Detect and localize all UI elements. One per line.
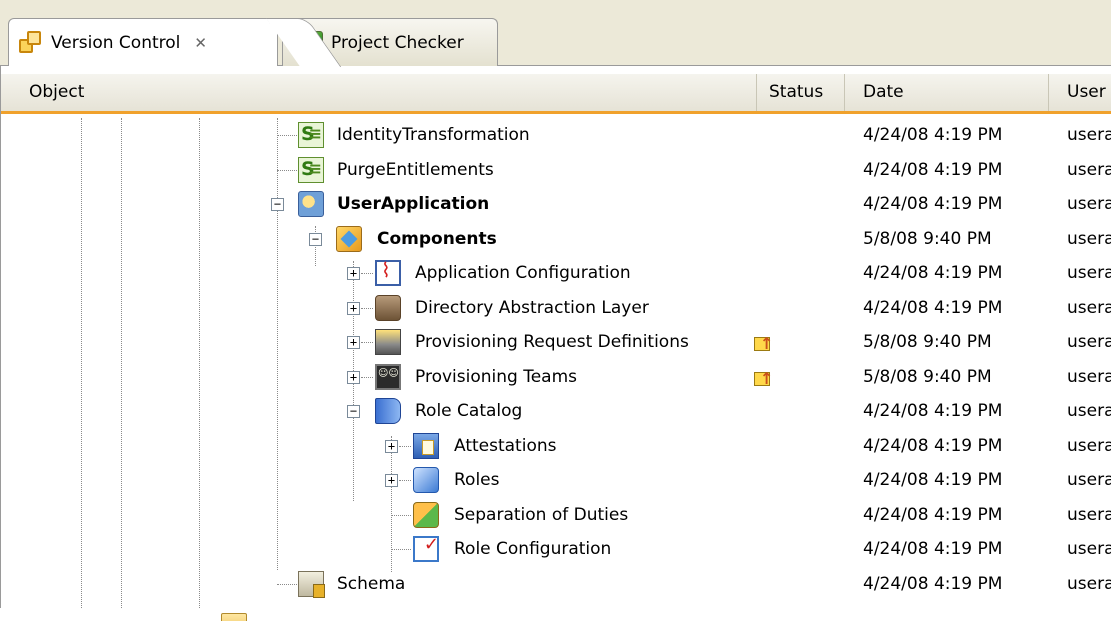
row-date: 4/24/08 4:19 PM — [863, 470, 1003, 490]
stylesheet-icon: S — [298, 122, 324, 148]
row-date: 5/8/08 9:40 PM — [863, 332, 992, 352]
row-date: 4/24/08 4:19 PM — [863, 504, 1003, 525]
attestations-icon — [413, 432, 439, 459]
separation-of-duties-icon — [413, 501, 439, 528]
table-row[interactable]: − Role Catalog 4/24/08 4:19 PM usera — [1, 394, 1111, 429]
version-control-panel: Object Status Date User S IdentityTransf… — [0, 66, 1111, 621]
collapse-icon[interactable]: − — [309, 232, 322, 246]
row-name: Application Configuration — [415, 263, 631, 283]
outgoing-change-icon — [751, 327, 773, 361]
table-row[interactable]: + Attestations 4/24/08 4:19 PM usera — [1, 429, 1111, 464]
roles-icon — [413, 467, 439, 493]
close-icon[interactable]: ✕ — [194, 34, 207, 52]
expand-icon[interactable]: + — [385, 439, 398, 453]
row-user: usera — [1067, 470, 1111, 490]
row-date: 4/24/08 4:19 PM — [863, 435, 1003, 456]
expand-icon[interactable]: + — [347, 370, 360, 384]
row-name: Separation of Duties — [454, 504, 629, 525]
tab-label: Project Checker — [331, 32, 464, 53]
row-name: Attestations — [454, 435, 557, 456]
tree-table-body: S IdentityTransformation 4/24/08 4:19 PM… — [1, 118, 1111, 621]
table-row[interactable]: Schema 4/24/08 4:19 PM usera — [1, 567, 1111, 602]
row-date: 4/24/08 4:19 PM — [863, 125, 1003, 145]
outgoing-change-icon — [751, 362, 773, 396]
row-date: 5/8/08 9:40 PM — [863, 366, 992, 387]
tab-version-control[interactable]: Version Control ✕ — [8, 18, 278, 66]
provisioning-teams-icon — [375, 363, 401, 390]
view-tab-bar: Version Control ✕ Project Checker — [0, 0, 1111, 66]
column-header-object[interactable]: Object — [1, 74, 757, 111]
table-row[interactable]: + Roles 4/24/08 4:19 PM usera — [1, 463, 1111, 498]
row-date: 5/8/08 9:40 PM — [863, 228, 992, 249]
row-name: Roles — [454, 470, 500, 490]
schema-icon — [298, 570, 325, 598]
row-user: usera — [1067, 401, 1111, 421]
row-user: usera — [1067, 332, 1111, 352]
version-control-icon — [19, 30, 43, 55]
column-header-status[interactable]: Status — [757, 74, 845, 111]
row-name: Schema — [337, 573, 406, 594]
row-date: 4/24/08 4:19 PM — [863, 297, 1003, 318]
role-configuration-icon — [413, 534, 439, 562]
row-user: usera — [1067, 228, 1111, 249]
table-row[interactable]: Role Configuration 4/24/08 4:19 PM usera — [1, 532, 1111, 567]
row-date: 4/24/08 4:19 PM — [863, 159, 1003, 180]
row-date: 4/24/08 4:19 PM — [863, 539, 1003, 559]
row-user: usera — [1067, 297, 1111, 318]
table-row[interactable]: Separation of Duties 4/24/08 4:19 PM use… — [1, 498, 1111, 533]
stylesheet-icon: S — [298, 156, 324, 183]
row-user: usera — [1067, 573, 1111, 594]
components-icon — [336, 225, 362, 252]
table-row[interactable] — [1, 601, 1111, 621]
role-catalog-icon — [375, 398, 401, 424]
collapse-icon[interactable]: − — [347, 405, 360, 418]
row-name: Directory Abstraction Layer — [415, 297, 649, 318]
row-user: usera — [1067, 159, 1111, 180]
row-user: usera — [1067, 194, 1111, 214]
row-name: Provisioning Request Definitions — [415, 332, 689, 352]
table-row[interactable]: + Directory Abstraction Layer 4/24/08 4:… — [1, 291, 1111, 326]
row-name: IdentityTransformation — [337, 125, 530, 145]
provisioning-request-icon — [375, 329, 401, 355]
row-user: usera — [1067, 435, 1111, 456]
table-row[interactable]: + Provisioning Teams 5/8/08 9:40 PM user… — [1, 360, 1111, 396]
table-row[interactable]: − Components 5/8/08 9:40 PM usera — [1, 222, 1111, 257]
table-row[interactable]: − UserApplication 4/24/08 4:19 PM usera — [1, 187, 1111, 222]
row-date: 4/24/08 4:19 PM — [863, 263, 1003, 283]
row-date: 4/24/08 4:19 PM — [863, 194, 1003, 214]
row-name: UserApplication — [337, 194, 490, 214]
table-row[interactable]: S IdentityTransformation 4/24/08 4:19 PM… — [1, 118, 1111, 153]
row-name: Components — [377, 228, 497, 249]
row-name: PurgeEntitlements — [337, 159, 494, 180]
row-date: 4/24/08 4:19 PM — [863, 573, 1003, 594]
table-row[interactable]: S PurgeEntitlements 4/24/08 4:19 PM user… — [1, 153, 1111, 188]
expand-icon[interactable]: + — [347, 336, 360, 349]
expand-icon[interactable]: + — [347, 301, 360, 315]
row-user: usera — [1067, 125, 1111, 145]
row-date: 4/24/08 4:19 PM — [863, 401, 1003, 421]
row-user: usera — [1067, 366, 1111, 387]
row-user: usera — [1067, 504, 1111, 525]
row-name: Role Configuration — [454, 539, 612, 559]
table-header: Object Status Date User — [1, 74, 1111, 114]
table-row[interactable]: + Provisioning Request Definitions 5/8/0… — [1, 325, 1111, 361]
expand-icon[interactable]: + — [385, 474, 398, 487]
column-header-user[interactable]: User — [1049, 74, 1111, 111]
tab-label: Version Control — [51, 32, 181, 53]
row-user: usera — [1067, 263, 1111, 283]
directory-abstraction-layer-icon — [375, 294, 401, 321]
row-user: usera — [1067, 539, 1111, 559]
row-name: Role Catalog — [415, 401, 523, 421]
folder-icon — [221, 613, 247, 621]
column-header-date[interactable]: Date — [845, 74, 1049, 111]
row-name: Provisioning Teams — [415, 366, 577, 387]
collapse-icon[interactable]: − — [271, 198, 284, 211]
expand-icon[interactable]: + — [347, 267, 360, 280]
table-row[interactable]: + Application Configuration 4/24/08 4:19… — [1, 256, 1111, 291]
user-application-icon — [298, 191, 324, 217]
application-configuration-icon — [375, 258, 401, 286]
